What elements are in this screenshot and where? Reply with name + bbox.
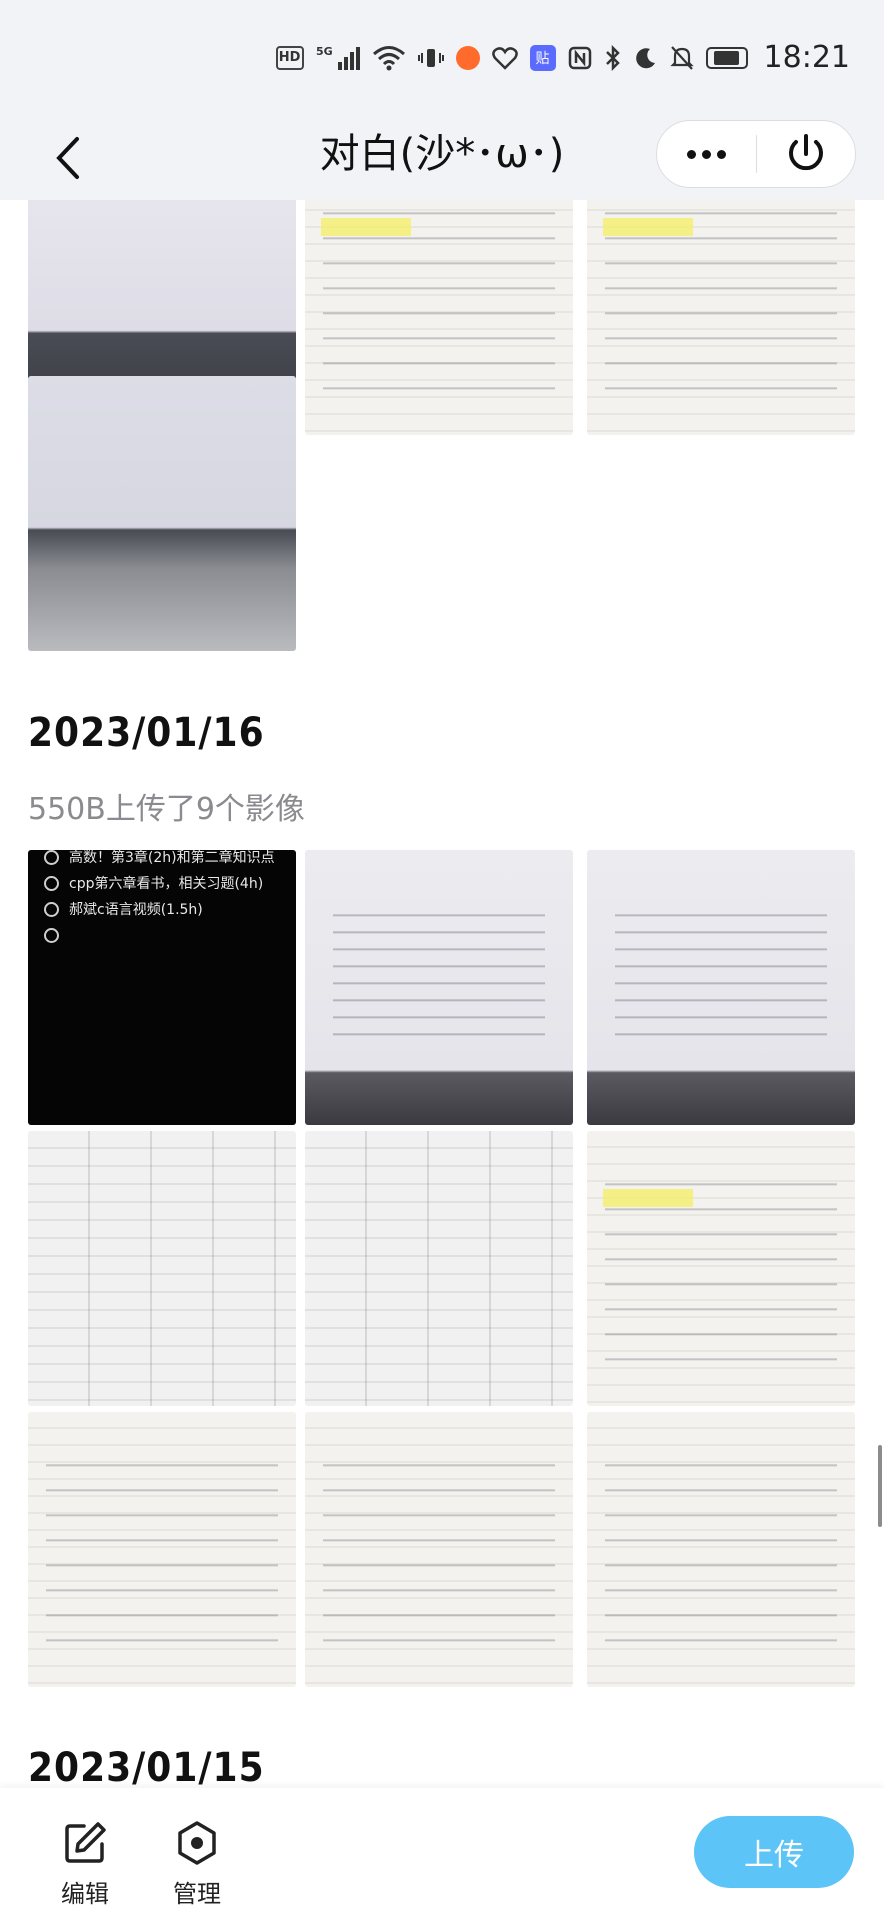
edit-label: 编辑 — [61, 1880, 109, 1908]
photo-thumbnail[interactable] — [28, 1412, 296, 1687]
sticker-app-icon: 贴 — [529, 44, 556, 71]
photo-thumbnail[interactable] — [587, 850, 855, 1125]
wifi-icon — [372, 45, 406, 71]
status-icons: HD 5G 贴 18:21 — [275, 40, 850, 75]
todo-item: 高数！第3章(2h)和第二章知识点 — [44, 850, 280, 870]
app-notification-icon — [455, 45, 480, 70]
photo-thumbnail[interactable] — [305, 1412, 573, 1687]
nav-bar: 对白(沙*･ω･) — [0, 116, 884, 200]
battery-icon — [705, 46, 748, 69]
upload-summary: 550B上传了9个影像 — [28, 792, 305, 827]
power-icon — [788, 134, 823, 171]
photo-thumbnail[interactable]: 高数！第3章(2h)和第二章知识点 cpp第六章看书，相关习题(4h) 郝斌c语… — [28, 850, 296, 1125]
moon-icon — [634, 46, 658, 70]
mute-bell-icon — [669, 45, 694, 71]
photo-thumbnail[interactable] — [587, 1131, 855, 1406]
photo-thumbnail[interactable] — [587, 1412, 855, 1687]
circle-icon — [44, 850, 59, 865]
photo-thumbnail[interactable] — [305, 850, 573, 1125]
todo-text: cpp第六章看书，相关习题(4h) — [69, 876, 264, 892]
todo-item: cpp第六章看书，相关习题(4h) — [44, 870, 280, 896]
vibrate-icon — [417, 47, 444, 69]
bluetooth-icon — [604, 44, 622, 71]
photo-thumbnail[interactable] — [28, 1131, 296, 1406]
todo-text: 高数！第3章(2h)和第二章知识点 — [69, 850, 275, 866]
network-type-label: 5G — [316, 45, 333, 58]
section-date: 2023/01/16 — [28, 710, 265, 756]
clock: 18:21 — [763, 40, 850, 75]
scrollbar[interactable] — [878, 1445, 882, 1527]
photo-thumbnail[interactable] — [28, 376, 296, 651]
close-button[interactable] — [757, 121, 856, 187]
todo-item — [44, 922, 280, 948]
bottom-toolbar: 编辑 管理 上传 — [0, 1788, 884, 1920]
section-date: 2023/01/15 — [28, 1745, 265, 1788]
edit-icon — [65, 1822, 106, 1863]
hd-icon: HD — [275, 45, 304, 70]
todo-item: 郝斌c语言视频(1.5h) — [44, 896, 280, 922]
circle-icon — [44, 927, 59, 943]
settings-hexagon-icon — [178, 1821, 216, 1865]
photo-thumbnail[interactable] — [305, 1131, 573, 1406]
signal-icon: 5G — [316, 44, 360, 72]
heart-app-icon — [491, 46, 518, 70]
mini-program-capsule — [656, 120, 856, 188]
circle-icon — [44, 901, 59, 917]
more-dots-icon — [686, 149, 726, 159]
upload-button[interactable]: 上传 — [694, 1816, 854, 1888]
photo-thumbnail[interactable] — [305, 200, 573, 435]
manage-label: 管理 — [173, 1880, 221, 1908]
manage-button[interactable]: 管理 — [152, 1820, 242, 1909]
circle-icon — [44, 875, 59, 891]
more-button[interactable] — [657, 121, 756, 187]
edit-button[interactable]: 编辑 — [40, 1820, 130, 1909]
photo-thumbnail[interactable] — [587, 200, 855, 435]
nfc-icon — [568, 46, 592, 70]
photo-feed[interactable]: 2023/01/16 550B上传了9个影像 高数！第3章(2h)和第二章知识点… — [0, 200, 884, 1788]
status-bar: HD 5G 贴 18:21 — [0, 0, 884, 116]
todo-text: 郝斌c语言视频(1.5h) — [69, 902, 203, 918]
